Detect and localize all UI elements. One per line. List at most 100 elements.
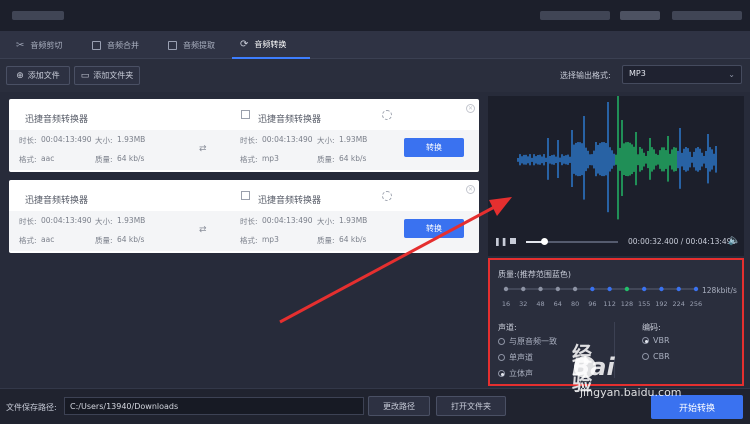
close-icon[interactable]: ✕ (466, 104, 475, 113)
player-controls: ❚❚ 00:00:32.400 / 00:04:13:490 🔈 (488, 232, 744, 252)
slider-tick[interactable] (641, 286, 647, 292)
radio-dot (642, 337, 649, 344)
add-folder-button[interactable]: ▭ 添加文件夹 (74, 66, 140, 85)
slider-tick[interactable] (693, 286, 699, 292)
slider-tick-label: 192 (655, 300, 667, 308)
tab-audio-convert[interactable]: ⟳ 音频转换 (232, 31, 310, 59)
playback-time: 00:00:32.400 / 00:04:13:490 (628, 237, 737, 246)
output-quality: 64 kb/s (339, 235, 367, 244)
encode-option-vbr[interactable]: VBR (642, 336, 670, 345)
source-format-label: 格式: (19, 236, 37, 245)
output-size-label: 大小: (317, 136, 335, 145)
output-file-name: 迅捷音频转换器 (258, 196, 322, 206)
source-format: aac (41, 154, 55, 163)
add-file-label: 添加文件 (27, 71, 60, 80)
tab-label: 音频转换 (254, 39, 287, 49)
stop-icon[interactable] (510, 238, 516, 244)
folder-icon: ▭ (80, 70, 90, 81)
extract-icon (168, 40, 177, 50)
slider-tick-label: 16 (502, 300, 510, 308)
output-size: 1.93MB (339, 216, 368, 225)
slider-tick[interactable] (676, 286, 681, 292)
output-size: 1.93MB (339, 135, 368, 144)
source-duration: 00:04:13:490 (41, 216, 92, 225)
source-duration: 00:04:13:490 (41, 135, 92, 144)
radio-dot (498, 354, 505, 361)
volume-icon[interactable]: 🔈 (728, 235, 740, 246)
pause-icon[interactable]: ❚❚ (494, 237, 507, 246)
slider-tick[interactable] (555, 286, 561, 292)
output-format-label: 选择输出格式: (560, 71, 611, 80)
window-controls-blurred (672, 11, 742, 20)
slider-tick[interactable] (572, 286, 578, 292)
start-convert-label: 开始转换 (678, 403, 715, 414)
radio-label: VBR (653, 336, 670, 345)
user-blurred (620, 11, 660, 20)
watermark: Bai 经验 (572, 342, 615, 395)
change-path-button[interactable]: 更改路径 (368, 396, 430, 416)
save-path-label: 文件保存路径: (6, 403, 57, 412)
tab-audio-extract[interactable]: 音频提取 (160, 31, 223, 59)
convert-button[interactable]: 转换 (404, 219, 464, 238)
save-path-input[interactable]: C:/Users/13940/Downloads (64, 397, 364, 415)
radio-label: 单声道 (509, 353, 533, 362)
slider-tick[interactable] (659, 286, 664, 292)
radio-dot (498, 338, 505, 345)
radio-dot (498, 370, 505, 377)
channel-option-stereo[interactable]: 立体声 (498, 368, 533, 379)
channel-option-mono[interactable]: 单声道 (498, 352, 533, 363)
encode-option-cbr[interactable]: CBR (642, 352, 670, 361)
quality-slider[interactable]: 16 32 48 64 80 96 112 128 155 192 224 256 (500, 282, 705, 312)
seek-handle[interactable] (541, 238, 549, 245)
quality-unit: 128kbit/s (702, 286, 737, 295)
edit-icon[interactable] (241, 110, 250, 119)
convert-icon: ⟳ (240, 38, 249, 50)
slider-tick-label: 48 (536, 300, 544, 308)
slider-tick[interactable] (607, 286, 612, 292)
slider-tick-label: 112 (603, 300, 615, 308)
tab-audio-merge[interactable]: 音频合并 (84, 31, 147, 59)
output-duration-label: 时长: (240, 217, 258, 226)
output-duration-label: 时长: (240, 136, 258, 145)
scissors-icon: ✂ (16, 39, 25, 51)
edit-icon[interactable] (241, 191, 250, 200)
slider-tick-label: 256 (690, 300, 702, 308)
radio-dot (642, 353, 649, 360)
slider-tick[interactable] (624, 286, 630, 292)
source-file-name: 迅捷音频转换器 (25, 115, 89, 125)
slider-tick[interactable] (538, 286, 543, 292)
slider-tick-label: 128 (621, 300, 633, 308)
output-format-label: 格式: (240, 236, 258, 245)
tab-audio-cut[interactable]: ✂ 音频剪切 (8, 31, 70, 59)
file-card: 迅捷音频转换器 迅捷音频转换器 ✕ 时长: 00:04:13:490 大小: 1… (9, 180, 479, 253)
open-folder-button[interactable]: 打开文件夹 (436, 396, 506, 416)
slider-tick[interactable] (521, 286, 526, 292)
source-duration-label: 时长: (19, 217, 37, 226)
output-duration: 00:04:13:490 (262, 135, 313, 144)
tab-label: 音频合并 (107, 40, 139, 50)
output-format-select[interactable]: MP3 ⌄ (622, 65, 742, 84)
open-folder-label: 打开文件夹 (451, 401, 491, 411)
output-size-label: 大小: (317, 217, 335, 226)
gear-icon[interactable] (382, 110, 392, 120)
source-quality-label: 质量: (95, 236, 113, 245)
slider-tick[interactable] (503, 286, 509, 292)
output-format: mp3 (262, 235, 279, 244)
add-file-button[interactable]: ⊕ 添加文件 (6, 66, 70, 85)
channel-option-original[interactable]: 与原音频一致 (498, 336, 557, 347)
convert-button[interactable]: 转换 (404, 138, 464, 157)
output-format: mp3 (262, 154, 279, 163)
shuffle-arrows-icon: ⇄ (199, 144, 207, 154)
slider-tick[interactable] (590, 286, 595, 292)
function-tabs: ✂ 音频剪切 音频合并 音频提取 ⟳ 音频转换 (0, 31, 750, 59)
tab-label: 音频剪切 (30, 40, 63, 50)
gear-icon[interactable] (382, 191, 392, 201)
account-blurred (540, 11, 610, 20)
source-duration-label: 时长: (19, 136, 37, 145)
close-icon[interactable]: ✕ (466, 185, 475, 194)
output-quality-label: 质量: (317, 155, 335, 164)
waveform (517, 96, 717, 220)
seek-bar[interactable] (526, 238, 618, 245)
plus-circle-icon: ⊕ (16, 70, 24, 81)
slider-tick-label: 64 (554, 300, 562, 308)
